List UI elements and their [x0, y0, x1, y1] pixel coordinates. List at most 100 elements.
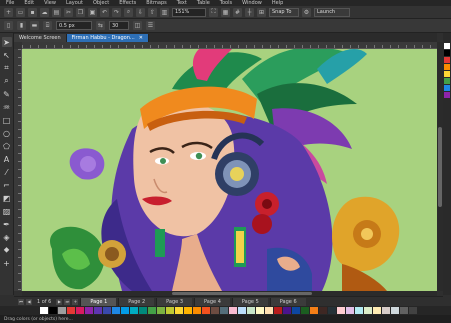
eyedropper-tool-icon[interactable]: ✒: [2, 219, 12, 229]
horizontal-ruler[interactable]: [22, 42, 437, 49]
zoom-level-dropdown[interactable]: 151%: [172, 7, 206, 17]
swatch[interactable]: [112, 307, 120, 314]
undo-icon[interactable]: ↶: [100, 7, 109, 17]
swatch[interactable]: [310, 307, 318, 314]
text-tool-icon[interactable]: A: [2, 154, 12, 164]
swatch[interactable]: [58, 307, 66, 314]
pick-tool-icon[interactable]: ➤: [1, 37, 12, 47]
rulers-icon[interactable]: ▦: [221, 7, 230, 17]
interactive-fill-icon[interactable]: ◈: [2, 232, 12, 242]
freehand-tool-icon[interactable]: ✎: [2, 89, 12, 99]
page-tab-6[interactable]: Page 6: [269, 297, 306, 306]
full-screen-icon[interactable]: ⛶: [209, 7, 218, 17]
swatch[interactable]: [67, 307, 75, 314]
next-page-icon[interactable]: ▶: [56, 298, 63, 305]
swatch[interactable]: [157, 307, 165, 314]
swatch[interactable]: [444, 78, 450, 84]
page-tab-5[interactable]: Page 5: [231, 297, 268, 306]
portrait-icon[interactable]: ▮: [17, 21, 26, 30]
landscape-icon[interactable]: ▬: [30, 21, 39, 30]
swatch[interactable]: [274, 307, 282, 314]
swatch[interactable]: [444, 64, 450, 70]
swatch[interactable]: [346, 307, 354, 314]
page-size-icon[interactable]: ▯: [4, 21, 13, 30]
cut-icon[interactable]: ✂: [64, 7, 73, 17]
vertical-ruler[interactable]: [14, 49, 22, 291]
prev-page-icon[interactable]: ◀: [26, 298, 32, 305]
swatch[interactable]: [444, 71, 450, 77]
swatch[interactable]: [283, 307, 291, 314]
crop-tool-icon[interactable]: ⌗: [2, 63, 12, 73]
transparency-tool-icon[interactable]: ▨: [2, 206, 12, 216]
paste-icon[interactable]: ▣: [88, 7, 97, 17]
swatch[interactable]: [400, 307, 408, 314]
swatch[interactable]: [337, 307, 345, 314]
open-folder-icon[interactable]: ▭: [16, 7, 25, 17]
swatch[interactable]: [247, 307, 255, 314]
swatch[interactable]: [103, 307, 111, 314]
swatch[interactable]: [364, 307, 372, 314]
redo-icon[interactable]: ↷: [112, 7, 121, 17]
swatch[interactable]: [94, 307, 102, 314]
swatch[interactable]: [292, 307, 300, 314]
rectangle-tool-icon[interactable]: □: [2, 115, 12, 125]
swatch[interactable]: [229, 307, 237, 314]
swatch[interactable]: [193, 307, 201, 314]
search-icon[interactable]: ⌕: [124, 7, 133, 17]
treat-as-filled-icon[interactable]: ◫: [133, 21, 142, 30]
publish-pdf-icon[interactable]: ▥: [160, 7, 169, 17]
swatch[interactable]: [166, 307, 174, 314]
swatch[interactable]: [444, 57, 450, 63]
parallel-dimension-icon[interactable]: ⁄: [2, 167, 12, 177]
page-tab-3[interactable]: Page 3: [156, 297, 192, 306]
nudge-distance-input[interactable]: 0.5 px: [56, 21, 92, 30]
swatch[interactable]: [444, 92, 450, 98]
print-icon[interactable]: ▤: [52, 7, 61, 17]
last-page-icon[interactable]: ⏭: [64, 298, 71, 305]
cloud-icon[interactable]: ☁: [40, 7, 49, 17]
shape-tool-icon[interactable]: ↖: [2, 50, 12, 60]
swatch[interactable]: [130, 307, 138, 314]
export-icon[interactable]: ⇧: [148, 7, 157, 17]
swatch[interactable]: [202, 307, 210, 314]
tab-active-document[interactable]: Firman Habbu - Dragon... ✕: [66, 34, 149, 42]
drop-shadow-icon[interactable]: ◩: [2, 193, 12, 203]
swatch[interactable]: [265, 307, 273, 314]
swatch[interactable]: [444, 50, 450, 56]
snap-to-dropdown[interactable]: Snap To: [269, 7, 299, 17]
add-page-icon[interactable]: +: [72, 298, 79, 305]
swatch[interactable]: [49, 307, 57, 314]
ellipse-tool-icon[interactable]: ○: [2, 128, 12, 138]
swatch[interactable]: [139, 307, 147, 314]
new-document-icon[interactable]: +: [4, 7, 13, 17]
duplicate-distance-input[interactable]: 30: [109, 21, 129, 30]
horizontal-scroll-thumb[interactable]: [172, 292, 312, 295]
page-tab-2[interactable]: Page 2: [118, 297, 155, 306]
page-tab-1[interactable]: Page 1: [80, 297, 117, 306]
polygon-tool-icon[interactable]: ⬠: [2, 141, 12, 151]
add-tool-icon[interactable]: +: [2, 258, 12, 268]
ruler-origin[interactable]: [14, 42, 22, 49]
swatch[interactable]: [373, 307, 381, 314]
swatch[interactable]: [148, 307, 156, 314]
duplicate-distance-icon[interactable]: ⇆: [96, 21, 105, 30]
swatch[interactable]: [220, 307, 228, 314]
options-gear-icon[interactable]: ⚙: [302, 7, 311, 17]
swatch[interactable]: [444, 43, 450, 49]
swatch[interactable]: [184, 307, 192, 314]
swatch[interactable]: [175, 307, 183, 314]
grid-icon[interactable]: #: [233, 7, 242, 17]
swatch[interactable]: [319, 307, 327, 314]
swatch[interactable]: [121, 307, 129, 314]
page-tab-4[interactable]: Page 4: [194, 297, 230, 306]
launch-dropdown[interactable]: Launch: [314, 7, 350, 17]
swatch[interactable]: [301, 307, 309, 314]
swatch[interactable]: [40, 307, 48, 314]
swatch[interactable]: [391, 307, 399, 314]
connector-tool-icon[interactable]: ⌐: [2, 180, 12, 190]
guidelines-icon[interactable]: ┼: [245, 7, 254, 17]
swatch[interactable]: [211, 307, 219, 314]
save-icon[interactable]: ▪: [28, 7, 37, 17]
units-icon[interactable]: ⌸: [43, 21, 52, 30]
swatch[interactable]: [444, 85, 450, 91]
